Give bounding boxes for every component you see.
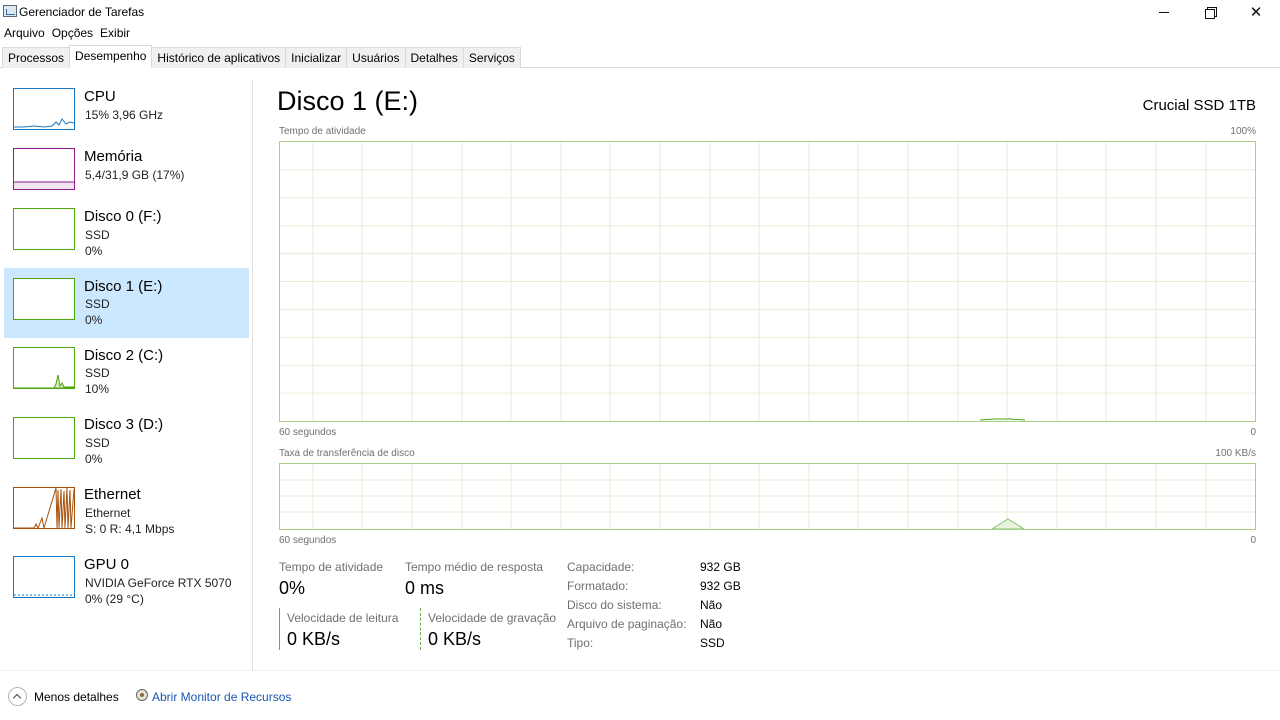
disk3-thumbnail-graph [13, 417, 75, 459]
tab-historico-aplicativos[interactable]: Histórico de aplicativos [151, 47, 287, 68]
less-details-button[interactable]: Menos detalhes [34, 690, 119, 704]
prop-capacity-value: 932 GB [700, 560, 741, 574]
prop-type-key: Tipo: [567, 636, 594, 650]
task-manager-icon [3, 5, 17, 17]
sidebar-item-title: GPU 0 [84, 556, 130, 573]
tab-inicializar[interactable]: Inicializar [285, 47, 348, 68]
close-button[interactable]: ✕ [1233, 0, 1279, 24]
sidebar-item-type: SSD [85, 436, 110, 450]
disk2-thumbnail-graph [13, 347, 75, 389]
tab-usuarios[interactable]: Usuários [346, 47, 406, 68]
read-speed-label: Velocidade de leitura [287, 611, 399, 625]
sidebar-item-title: Disco 0 (F:) [84, 208, 162, 225]
sidebar-item-usage: 0% [85, 244, 103, 258]
sidebar-item-title: Memória [84, 148, 143, 165]
activity-chart-label: Tempo de atividade [279, 126, 366, 137]
tab-servicos[interactable]: Serviços [462, 47, 521, 68]
activity-chart [279, 141, 1256, 422]
activity-chart-time: 60 segundos [279, 427, 337, 438]
sidebar-item-disco-2[interactable]: Disco 2 (C:) SSD 10% [4, 338, 249, 408]
sidebar-item-type: SSD [85, 228, 110, 242]
prop-capacity-key: Capacidade: [567, 560, 635, 574]
activity-chart-max: 100% [1230, 126, 1256, 137]
read-speed-legend-line [279, 608, 280, 650]
sidebar-item-usage: 10% [85, 382, 110, 396]
read-speed-value: 0 KB/s [287, 629, 341, 649]
prop-formatted-value: 932 GB [700, 579, 741, 593]
sidebar-item-usage: 0% (29 °C) [85, 592, 144, 606]
prop-type-value: SSD [700, 636, 725, 650]
sidebar-item-title: Disco 3 (D:) [84, 416, 164, 433]
page-title: Disco 1 (E:) [277, 86, 419, 116]
disk0-thumbnail-graph [13, 208, 75, 250]
ethernet-thumbnail-graph [13, 487, 75, 529]
sidebar-item-detail: 15% 3,96 GHz [85, 108, 164, 122]
sidebar-item-gpu-0[interactable]: GPU 0 NVIDIA GeForce RTX 5070 0% (29 °C) [4, 548, 249, 618]
sidebar-item-disco-3[interactable]: Disco 3 (D:) SSD 0% [4, 408, 249, 478]
menu-exibir[interactable]: Exibir [96, 24, 133, 42]
avg-response-value: 0 ms [405, 578, 445, 598]
footer-divider [0, 670, 1280, 671]
sidebar-item-title: Ethernet [84, 486, 141, 503]
prop-pagefile-key: Arquivo de paginação: [567, 617, 687, 631]
active-time-label: Tempo de atividade [279, 560, 384, 574]
transfer-chart-max: 100 KB/s [1215, 448, 1256, 459]
sidebar-item-type: SSD [85, 297, 110, 311]
sidebar-item-detail: 5,4/31,9 GB (17%) [85, 168, 185, 182]
memory-thumbnail-graph [13, 148, 75, 190]
sidebar-item-disco-1[interactable]: Disco 1 (E:) SSD 0% [4, 268, 249, 338]
gpu-thumbnail-graph [13, 556, 75, 598]
write-speed-value: 0 KB/s [428, 629, 482, 649]
menu-opcoes[interactable]: Opções [48, 24, 96, 42]
tab-bar: Processos Desempenho Histórico de aplica… [2, 45, 521, 68]
sidebar-item-throughput: S: 0 R: 4,1 Mbps [85, 522, 175, 536]
menu-bar: Arquivo Opções Exibir [0, 24, 133, 42]
transfer-chart-label: Taxa de transferência de disco [279, 448, 415, 459]
chevron-up-icon[interactable] [8, 687, 27, 706]
transfer-chart-time: 60 segundos [279, 535, 337, 546]
maximize-button[interactable] [1187, 0, 1233, 24]
minimize-button[interactable] [1141, 0, 1187, 24]
disk-model: Crucial SSD 1TB [1142, 97, 1256, 114]
minimize-icon [1159, 11, 1169, 13]
prop-pagefile-value: Não [700, 617, 723, 631]
tab-desempenho[interactable]: Desempenho [69, 45, 153, 68]
prop-formatted-key: Formatado: [567, 579, 629, 593]
tab-processos[interactable]: Processos [2, 47, 71, 68]
sidebar-item-model: NVIDIA GeForce RTX 5070 [85, 576, 232, 590]
transfer-chart [279, 463, 1256, 530]
performance-sidebar: CPU 15% 3,96 GHz Memória 5,4/31,9 GB (17… [0, 80, 253, 670]
menu-arquivo[interactable]: Arquivo [0, 24, 48, 42]
close-icon: ✕ [1249, 4, 1263, 21]
activity-chart-min: 0 [1250, 427, 1256, 438]
sidebar-item-usage: 0% [85, 313, 103, 327]
cpu-thumbnail-graph [13, 88, 75, 130]
sidebar-item-title: Disco 2 (C:) [84, 347, 164, 364]
tab-detalhes[interactable]: Detalhes [404, 47, 464, 68]
write-speed-legend-line [420, 608, 421, 650]
title-bar: Gerenciador de Tarefas ✕ [0, 0, 1280, 24]
sidebar-item-disco-0[interactable]: Disco 0 (F:) SSD 0% [4, 200, 249, 270]
resource-monitor-icon[interactable] [136, 689, 148, 701]
prop-system-disk-value: Não [700, 598, 723, 612]
write-speed-label: Velocidade de gravação [428, 611, 557, 625]
active-time-value: 0% [279, 578, 306, 598]
avg-response-label: Tempo médio de resposta [405, 560, 544, 574]
sidebar-item-title: CPU [84, 88, 116, 105]
prop-system-disk-key: Disco do sistema: [567, 598, 662, 612]
restore-icon [1205, 7, 1217, 19]
sidebar-item-ethernet[interactable]: Ethernet Ethernet S: 0 R: 4,1 Mbps [4, 478, 249, 548]
sidebar-item-usage: 0% [85, 452, 103, 466]
sidebar-item-type: SSD [85, 366, 110, 380]
window-title: Gerenciador de Tarefas [19, 5, 145, 19]
disk1-thumbnail-graph [13, 278, 75, 320]
sidebar-item-title: Disco 1 (E:) [84, 278, 163, 295]
open-resource-monitor-link[interactable]: Abrir Monitor de Recursos [152, 690, 291, 704]
transfer-chart-min: 0 [1250, 535, 1256, 546]
sidebar-item-adapter: Ethernet [85, 506, 131, 520]
